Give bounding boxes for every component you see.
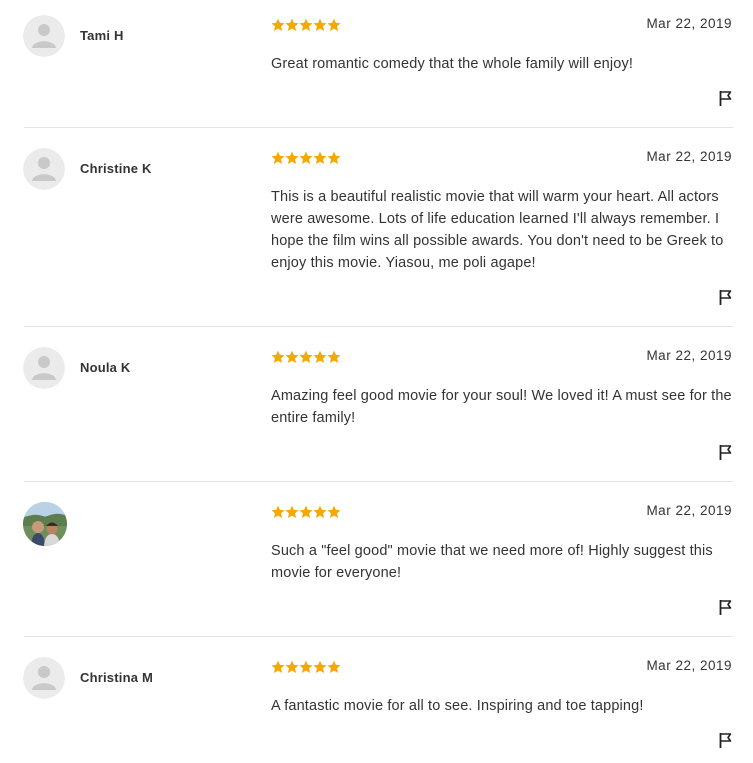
star-icon (327, 18, 341, 31)
star-icon (285, 350, 299, 363)
star-rating (271, 350, 341, 364)
review-text: Amazing feel good movie for your soul! W… (271, 388, 732, 426)
star-icon (285, 505, 299, 518)
placeholder-avatar-icon[interactable] (23, 657, 65, 699)
flag-icon[interactable] (718, 90, 734, 107)
divider (24, 481, 733, 482)
star-rating (271, 18, 341, 32)
flag-icon[interactable] (718, 444, 734, 461)
star-rating (271, 660, 341, 674)
star-icon (313, 350, 327, 363)
placeholder-avatar-icon[interactable] (23, 148, 65, 190)
star-icon (285, 151, 299, 164)
divider (24, 326, 733, 327)
star-icon (327, 151, 341, 164)
star-icon (271, 18, 285, 31)
star-icon (299, 18, 313, 31)
star-icon (271, 505, 285, 518)
star-rating (271, 151, 341, 165)
star-icon (285, 660, 299, 673)
flag-icon[interactable] (718, 289, 734, 306)
flag-icon[interactable] (718, 732, 734, 749)
star-icon (299, 660, 313, 673)
reviews-list: Tami H Mar 22, 2019 Great romantic comed… (0, 0, 753, 763)
star-icon (313, 151, 327, 164)
user-photo-avatar[interactable] (23, 502, 67, 546)
review-date: Mar 22, 2019 (646, 348, 732, 363)
review-text: Great romantic comedy that the whole fam… (271, 56, 634, 72)
placeholder-avatar-icon[interactable] (23, 15, 65, 57)
star-icon (313, 18, 327, 31)
reviewer-name[interactable]: Noula K (80, 360, 131, 375)
star-icon (299, 151, 313, 164)
placeholder-avatar-icon[interactable] (23, 347, 65, 389)
star-icon (327, 660, 341, 673)
star-icon (271, 660, 285, 673)
star-icon (271, 350, 285, 363)
divider (24, 127, 733, 128)
reviewer-name[interactable]: Christina M (80, 670, 153, 685)
star-icon (299, 505, 313, 518)
star-icon (285, 18, 299, 31)
star-icon (271, 151, 285, 164)
review-date: Mar 22, 2019 (646, 149, 732, 164)
review-text: This is a beautiful realistic movie that… (271, 189, 724, 271)
star-icon (327, 505, 341, 518)
star-icon (299, 350, 313, 363)
star-icon (327, 350, 341, 363)
review-text: Such a "feel good" movie that we need mo… (271, 543, 713, 581)
review-date: Mar 22, 2019 (646, 503, 732, 518)
star-rating (271, 505, 341, 519)
divider (24, 636, 733, 637)
reviewer-name[interactable]: Christine K (80, 161, 152, 176)
star-icon (313, 505, 327, 518)
review-text: A fantastic movie for all to see. Inspir… (271, 698, 644, 714)
reviewer-name[interactable]: Tami H (80, 28, 124, 43)
review-date: Mar 22, 2019 (646, 658, 732, 673)
star-icon (313, 660, 327, 673)
flag-icon[interactable] (718, 599, 734, 616)
review-date: Mar 22, 2019 (646, 16, 732, 31)
